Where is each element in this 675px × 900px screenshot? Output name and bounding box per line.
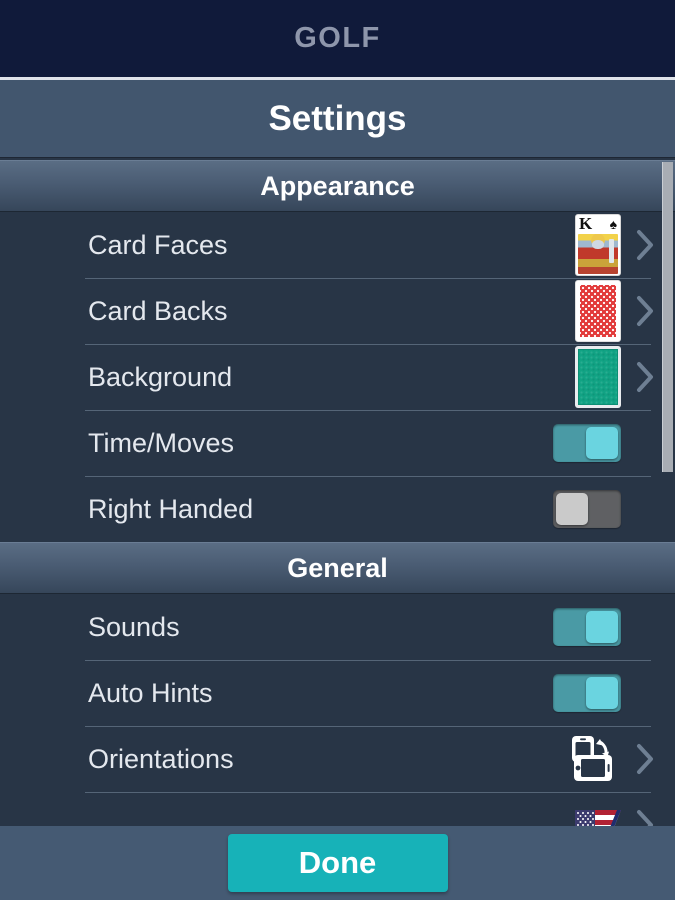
section-header-label: General xyxy=(287,552,388,583)
sounds-toggle[interactable] xyxy=(553,608,621,646)
row-accessory xyxy=(553,674,655,712)
settings-row-card-backs[interactable]: Card Backs xyxy=(0,278,675,344)
row-accessory xyxy=(553,608,655,646)
settings-row-orientations[interactable]: Orientations xyxy=(0,726,675,792)
row-label: Card Faces xyxy=(88,229,228,260)
row-accessory xyxy=(553,424,655,462)
section-header-appearance: Appearance xyxy=(0,160,675,212)
settings-row-right-handed[interactable]: Right Handed xyxy=(0,476,675,542)
green-felt-swatch-icon xyxy=(575,346,621,408)
toggle-knob xyxy=(586,677,618,709)
done-button[interactable]: Done xyxy=(227,834,448,892)
settings-title-bar: Settings xyxy=(0,80,675,157)
toggle-knob xyxy=(586,427,618,459)
spade-suit-icon: ♠ xyxy=(609,216,617,232)
card-back-thumbnail xyxy=(575,280,621,342)
toggle-knob xyxy=(586,611,618,643)
chevron-right-icon[interactable] xyxy=(635,742,655,776)
settings-row-language[interactable] xyxy=(0,792,675,826)
section-header-general: General xyxy=(0,542,675,594)
page-title: Settings xyxy=(268,98,407,138)
chevron-right-icon[interactable] xyxy=(635,360,655,394)
background-thumbnail xyxy=(575,346,621,408)
card-back-pattern xyxy=(579,284,617,338)
row-label: Time/Moves xyxy=(88,427,235,458)
right-handed-toggle[interactable] xyxy=(553,490,621,528)
row-accessory xyxy=(553,490,655,528)
red-card-back-icon xyxy=(575,280,621,342)
time-moves-toggle[interactable] xyxy=(553,424,621,462)
row-accessory: K ♠ xyxy=(575,214,655,276)
chevron-right-icon[interactable] xyxy=(635,808,655,826)
settings-row-card-faces[interactable]: Card Faces K ♠ xyxy=(0,212,675,278)
app-title: GOLF xyxy=(294,22,381,54)
scrollbar-track[interactable] xyxy=(662,160,675,826)
row-accessory xyxy=(569,735,655,783)
device-rotation-icon xyxy=(569,735,621,783)
settings-row-sounds[interactable]: Sounds xyxy=(0,594,675,660)
settings-row-background[interactable]: Background xyxy=(0,344,675,410)
row-label: Card Backs xyxy=(88,295,228,326)
chevron-right-icon[interactable] xyxy=(635,294,655,328)
row-label: Background xyxy=(88,361,233,392)
settings-row-time-moves[interactable]: Time/Moves xyxy=(0,410,675,476)
settings-scroll-area[interactable]: Appearance Card Faces K ♠ Card Backs Bac… xyxy=(0,160,675,826)
row-accessory xyxy=(575,280,655,342)
row-accessory xyxy=(575,346,655,408)
scrollbar-thumb[interactable] xyxy=(662,162,673,472)
section-header-label: Appearance xyxy=(260,170,415,201)
chevron-right-icon[interactable] xyxy=(635,228,655,262)
row-label: Right Handed xyxy=(88,493,254,524)
background-pattern xyxy=(578,349,618,405)
card-rank-label: K xyxy=(579,214,593,233)
settings-row-auto-hints[interactable]: Auto Hints xyxy=(0,660,675,726)
row-label: Orientations xyxy=(88,743,234,774)
row-label: Sounds xyxy=(88,611,180,642)
us-flag-icon xyxy=(575,810,621,826)
card-face-thumbnail: K ♠ xyxy=(575,214,621,276)
settings-screen: GOLF Settings Appearance Card Faces K ♠ xyxy=(0,0,675,900)
row-label: Auto Hints xyxy=(88,677,213,708)
king-of-spades-card-icon: K ♠ xyxy=(575,214,621,276)
bottom-action-bar: Done xyxy=(0,826,675,900)
auto-hints-toggle[interactable] xyxy=(553,674,621,712)
app-title-bar: GOLF xyxy=(0,0,675,80)
row-accessory xyxy=(575,808,655,826)
king-figure-art xyxy=(578,234,618,274)
toggle-knob xyxy=(556,493,588,525)
